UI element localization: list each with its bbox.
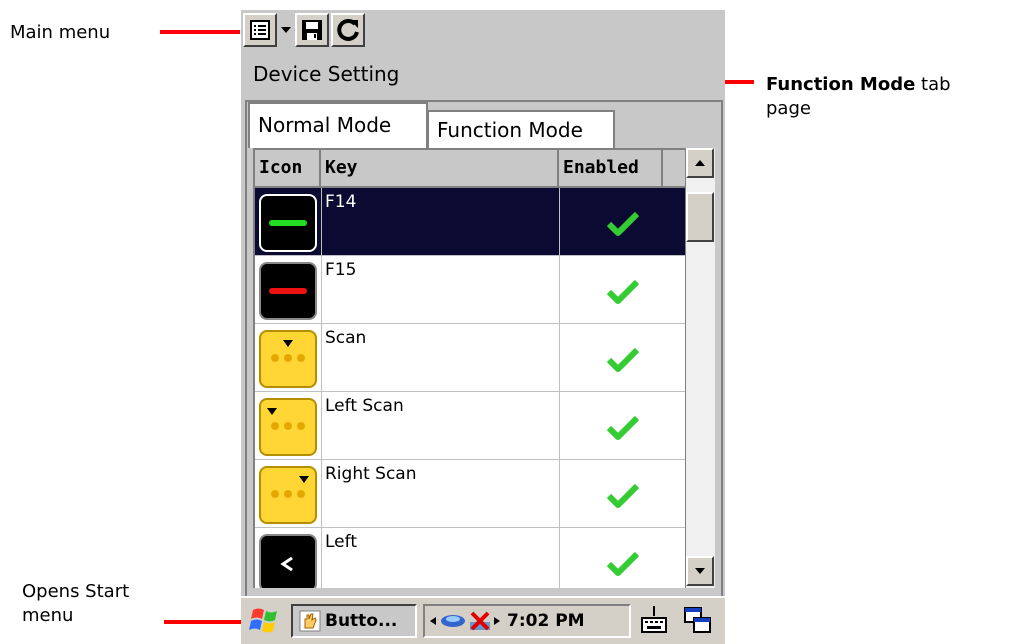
chevron-left-icon[interactable] [429, 616, 437, 626]
windows-logo-icon [249, 608, 277, 633]
refresh-icon [337, 18, 359, 41]
desktop-button[interactable] [683, 606, 713, 636]
table-row[interactable]: F15 [255, 256, 685, 324]
save-button[interactable] [295, 13, 329, 47]
main-menu-button[interactable] [243, 13, 277, 47]
key-name: Scan [325, 328, 367, 348]
annotation-function-mode-bold: Function Mode [766, 74, 916, 95]
network-icon[interactable] [439, 610, 467, 632]
scan-key-icon [259, 330, 317, 388]
column-header-key[interactable]: Key [321, 150, 559, 188]
green-dash-key-icon [259, 194, 317, 252]
left-scan-key-icon [259, 398, 317, 456]
vertical-scrollbar[interactable] [685, 148, 715, 588]
refresh-button[interactable] [331, 13, 365, 47]
clock[interactable]: 7:02 PM [507, 611, 585, 631]
annotation-start-line1: Opens Start [22, 581, 130, 602]
key-grid: Icon Key Enabled F14 F15 Scan Left Scan … [253, 148, 685, 588]
table-row[interactable]: Left Scan [255, 392, 685, 460]
annotation-line-main-menu [160, 30, 240, 34]
annotation-main-menu: Main menu [10, 22, 111, 43]
scroll-thumb[interactable] [686, 192, 714, 242]
system-tray: 7:02 PM [423, 604, 631, 638]
annotation-function-mode-rest: tab [915, 74, 951, 95]
annotation-start-line2: menu [22, 605, 74, 626]
key-name: F14 [325, 192, 357, 212]
hand-icon [299, 610, 321, 632]
key-name: F15 [325, 260, 357, 280]
keyboard-icon [641, 606, 667, 633]
floppy-disk-icon [302, 20, 322, 40]
table-row[interactable]: F14 [255, 188, 685, 256]
chevron-right-icon[interactable] [493, 616, 501, 626]
left-arrow-key-icon [259, 534, 317, 588]
check-icon [607, 415, 639, 440]
toolbar [243, 10, 365, 50]
table-row[interactable]: Left [255, 528, 685, 588]
page-title: Device Setting [253, 62, 400, 86]
windows-stack-icon [684, 607, 711, 633]
annotation-line-start-menu [164, 620, 242, 624]
table-row[interactable]: Scan [255, 324, 685, 392]
disconnected-icon[interactable] [467, 610, 493, 632]
taskbar-app-button[interactable]: Butto... [291, 604, 417, 638]
check-icon [607, 551, 639, 576]
check-icon [607, 347, 639, 372]
main-menu-dropdown[interactable] [277, 13, 295, 47]
taskbar: Butto... 7:02 PM [241, 596, 725, 644]
tab-function-mode[interactable]: Function Mode [427, 110, 615, 148]
annotation-function-mode: Function Mode tab page [766, 73, 951, 121]
list-icon [250, 20, 270, 40]
check-icon [607, 279, 639, 304]
arrow-up-icon [695, 160, 705, 166]
column-header-filler [663, 150, 685, 188]
annotation-start-menu: Opens Start menu [22, 580, 129, 628]
key-name: Left [325, 532, 357, 552]
arrow-down-icon [695, 568, 705, 574]
scroll-up-button[interactable] [686, 148, 714, 178]
taskbar-app-label: Butto... [325, 611, 398, 631]
check-icon [607, 211, 639, 236]
red-dash-key-icon [259, 262, 317, 320]
keyboard-button[interactable] [639, 604, 669, 638]
key-name: Right Scan [325, 464, 417, 484]
annotation-function-mode-line2: page [766, 98, 811, 119]
chevron-down-icon [281, 27, 291, 33]
start-button[interactable] [249, 604, 281, 636]
table-row[interactable]: Right Scan [255, 460, 685, 528]
device-screen: Device Setting Function Mode Normal Mode… [241, 10, 725, 644]
column-header-icon[interactable]: Icon [255, 150, 321, 188]
tab-normal-mode[interactable]: Normal Mode [248, 102, 428, 148]
key-name: Left Scan [325, 396, 404, 416]
check-icon [607, 483, 639, 508]
column-header-enabled[interactable]: Enabled [559, 150, 663, 188]
scroll-down-button[interactable] [686, 556, 714, 586]
right-scan-key-icon [259, 466, 317, 524]
